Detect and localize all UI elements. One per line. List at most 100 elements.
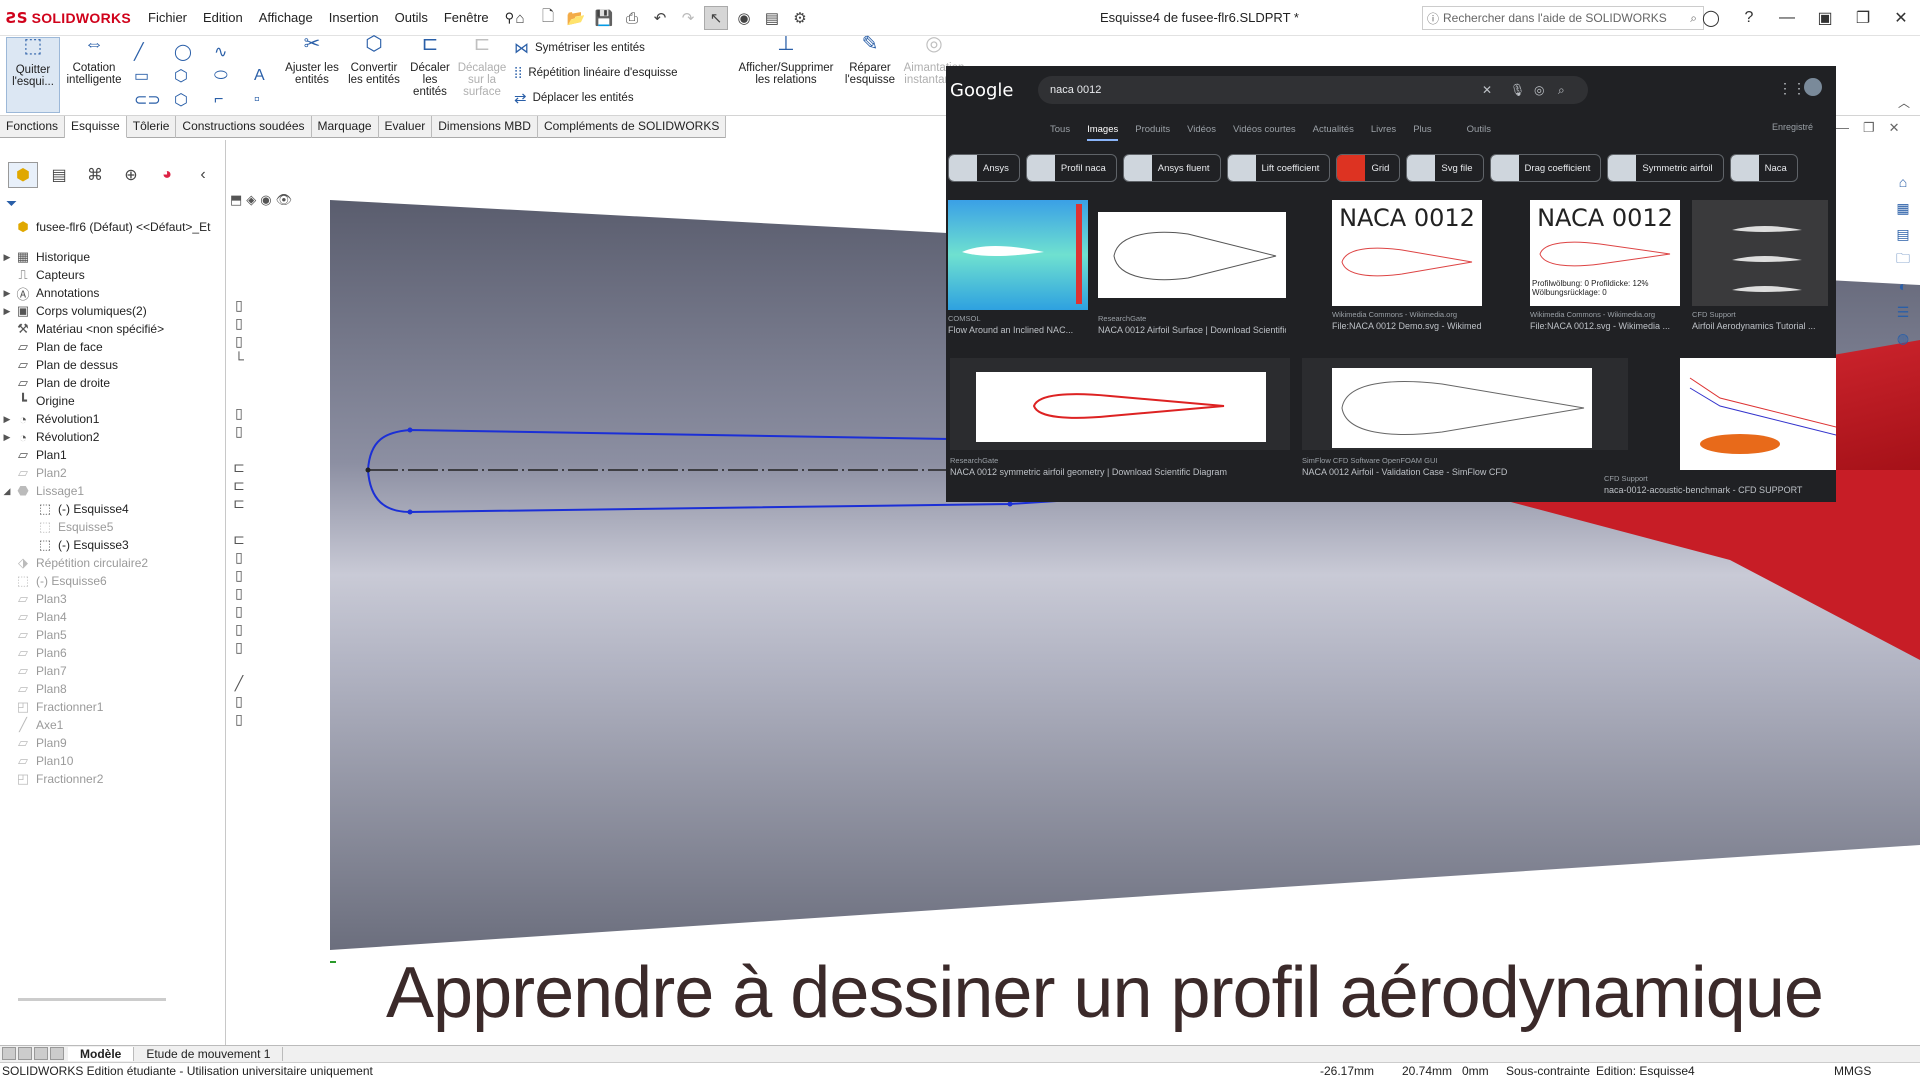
offset-surface-button[interactable]: ⊏ Décalage sur la surface xyxy=(456,34,508,98)
collapse-ribbon-icon[interactable]: ︿ xyxy=(1898,94,1910,111)
tab-complements[interactable]: Compléments de SOLIDWORKS xyxy=(538,116,727,138)
view-cube-icon[interactable]: ⬒ xyxy=(230,192,242,208)
nav-plus[interactable]: Plus xyxy=(1413,124,1431,141)
tile-icon[interactable]: ▣ xyxy=(1806,0,1844,36)
dimxpert-tab-icon[interactable]: ⊕ xyxy=(116,162,146,188)
select-pointer-icon[interactable]: ↖ xyxy=(704,6,728,30)
chip[interactable]: Ansys fluent xyxy=(1122,154,1221,182)
chip[interactable]: Grid xyxy=(1336,154,1401,182)
nav-images[interactable]: Images xyxy=(1087,124,1119,141)
expand-arrow-icon[interactable]: ▶ xyxy=(0,306,14,317)
traffic-light-icon[interactable]: ◉ xyxy=(732,6,756,30)
scene-icon[interactable]: ◈ xyxy=(246,192,256,208)
status-units[interactable]: MMGS xyxy=(1834,1064,1890,1078)
sketch-point[interactable] xyxy=(407,509,413,515)
sketch-point[interactable] xyxy=(365,467,371,473)
smart-dimension-button[interactable]: ⇔ Cotation intelligente xyxy=(66,34,122,86)
user-account-icon[interactable]: ◯ xyxy=(1692,0,1730,36)
menu-insertion[interactable]: Insertion xyxy=(321,10,387,26)
chip[interactable]: Ansys xyxy=(948,154,1020,182)
image-result[interactable]: CFD Support Airfoil Aerodynamics Tutoria… xyxy=(1692,200,1828,331)
hide-show-icon[interactable]: 👁 xyxy=(276,192,293,208)
chip[interactable]: Svg file xyxy=(1406,154,1484,182)
home-icon[interactable]: ⌂ xyxy=(508,6,532,30)
mic-icon[interactable]: 🎙 xyxy=(1510,83,1525,97)
plane-icon[interactable]: ▫ xyxy=(254,88,294,112)
tab-dimensions-mbd[interactable]: Dimensions MBD xyxy=(432,116,538,138)
point-icon[interactable]: ⬡ xyxy=(174,88,214,112)
save-icon[interactable]: 💾 xyxy=(592,6,616,30)
tab-evaluer[interactable]: Evaluer xyxy=(379,116,433,138)
move-entities-button[interactable]: ⇄ Déplacer les entités xyxy=(514,88,678,108)
help-question-icon[interactable]: ? xyxy=(1730,0,1768,36)
menu-affichage[interactable]: Affichage xyxy=(251,10,321,26)
saved-link[interactable]: Enregistré xyxy=(1772,122,1813,132)
filter-icon[interactable]: ⏷ xyxy=(6,195,17,212)
search-icon[interactable]: ⌕ xyxy=(1558,83,1565,98)
nav-videos-courtes[interactable]: Vidéos courtes xyxy=(1233,124,1296,141)
sketch-point[interactable] xyxy=(1007,501,1013,507)
image-result[interactable]: COMSOL Flow Around an Inclined NAC... xyxy=(948,200,1088,335)
property-manager-tab-icon[interactable]: ▤ xyxy=(44,162,74,188)
menu-edition[interactable]: Edition xyxy=(195,10,251,26)
rectangle-icon[interactable]: ▭ xyxy=(134,64,174,88)
image-result[interactable]: ResearchGate NACA 0012 symmetric airfoil… xyxy=(950,358,1290,477)
clear-icon[interactable]: ✕ xyxy=(1482,83,1492,97)
line-icon[interactable]: ╱ xyxy=(134,40,174,64)
undo-icon[interactable]: ↶ xyxy=(648,6,672,30)
tab-modele[interactable]: Modèle xyxy=(68,1047,135,1061)
linear-pattern-button[interactable]: ⁞⁞ Répétition linéaire d'esquisse xyxy=(514,63,678,83)
chip[interactable]: Symmetric airfoil xyxy=(1607,154,1724,182)
tree-node[interactable]: ◰ Fractionner2 xyxy=(0,768,226,790)
tab-fonctions[interactable]: Fonctions xyxy=(0,116,66,138)
task-file-explorer-icon[interactable]: 🗀 xyxy=(1892,250,1914,270)
task-forum-icon[interactable]: ◍ xyxy=(1892,328,1914,348)
quit-sketch-button[interactable]: ⬚ Quitter l'esqui... xyxy=(6,36,60,113)
chip[interactable]: Lift coefficient xyxy=(1226,154,1331,182)
avatar[interactable] xyxy=(1804,78,1822,96)
convert-entities-button[interactable]: ⬡ Convertir les entités xyxy=(344,34,404,86)
restore-icon[interactable]: ❐ xyxy=(1844,0,1882,36)
display-manager-tab-icon[interactable]: ◕ xyxy=(152,162,182,188)
offset-entities-button[interactable]: ⊏ Décaler les entités xyxy=(408,34,452,98)
close-icon[interactable]: ✕ xyxy=(1889,120,1900,136)
image-result[interactable]: NACA 0012 Profilwölbung: 0 Profildicke: … xyxy=(1530,200,1680,331)
polygon-icon[interactable]: ⬡ xyxy=(174,64,214,88)
tree-node[interactable]: ⬢ fusee-flr6 (Défaut) <<Défaut>_Et xyxy=(0,216,226,238)
solidworks-logo[interactable]: ƧS SOLIDWORKS xyxy=(6,8,131,28)
tab-etude-mouvement[interactable]: Etude de mouvement 1 xyxy=(134,1047,284,1061)
expand-arrow-icon[interactable]: ▶ xyxy=(0,252,14,263)
horizontal-scrollbar[interactable] xyxy=(18,998,166,1001)
menu-fenetre[interactable]: Fenêtre xyxy=(436,10,497,26)
nav-tous[interactable]: Tous xyxy=(1050,124,1070,141)
tab-navigation-buttons[interactable] xyxy=(2,1046,68,1062)
menu-fichier[interactable]: Fichier xyxy=(140,10,195,26)
nav-actualites[interactable]: Actualités xyxy=(1313,124,1354,141)
expanded-arrow-icon[interactable]: ◢ xyxy=(0,486,14,497)
minimize-icon[interactable]: — xyxy=(1836,120,1849,136)
chip[interactable]: Drag coefficient xyxy=(1489,154,1602,182)
image-result[interactable]: CFD Support naca-0012-acoustic-benchmark… xyxy=(1604,358,1836,495)
options-gear-icon[interactable]: ⚙ xyxy=(788,6,812,30)
lens-icon[interactable]: ◎ xyxy=(1534,83,1544,97)
nav-produits[interactable]: Produits xyxy=(1135,124,1170,141)
mirror-entities-button[interactable]: ⋈ Symétriser les entités xyxy=(514,38,678,58)
help-search-input[interactable]: ⓘ Rechercher dans l'aide de SOLIDWORKS ⌕ xyxy=(1422,6,1704,30)
minimize-icon[interactable]: — xyxy=(1768,0,1806,36)
nav-videos[interactable]: Vidéos xyxy=(1187,124,1216,141)
close-icon[interactable]: ✕ xyxy=(1882,0,1920,36)
nav-livres[interactable]: Livres xyxy=(1371,124,1396,141)
open-icon[interactable]: 📂 xyxy=(564,6,588,30)
google-logo[interactable]: Google xyxy=(950,80,1013,101)
task-design-library-icon[interactable]: ▤ xyxy=(1892,224,1914,244)
chip[interactable]: Naca xyxy=(1729,154,1798,182)
task-resources-icon[interactable]: ▦ xyxy=(1892,198,1914,218)
tab-constructions-soudees[interactable]: Constructions soudées xyxy=(176,116,312,138)
ellipse-icon[interactable]: ⬭ xyxy=(214,64,254,88)
trim-entities-button[interactable]: ✂ Ajuster les entités xyxy=(284,34,340,86)
slot-icon[interactable]: ⊂⊃ xyxy=(134,88,174,112)
tab-marquage[interactable]: Marquage xyxy=(312,116,379,138)
task-appearance-icon[interactable]: ◐ xyxy=(1892,276,1914,296)
nav-outils[interactable]: Outils xyxy=(1467,124,1491,141)
image-result[interactable]: SimFlow CFD Software OpenFOAM GUI NACA 0… xyxy=(1302,358,1628,477)
